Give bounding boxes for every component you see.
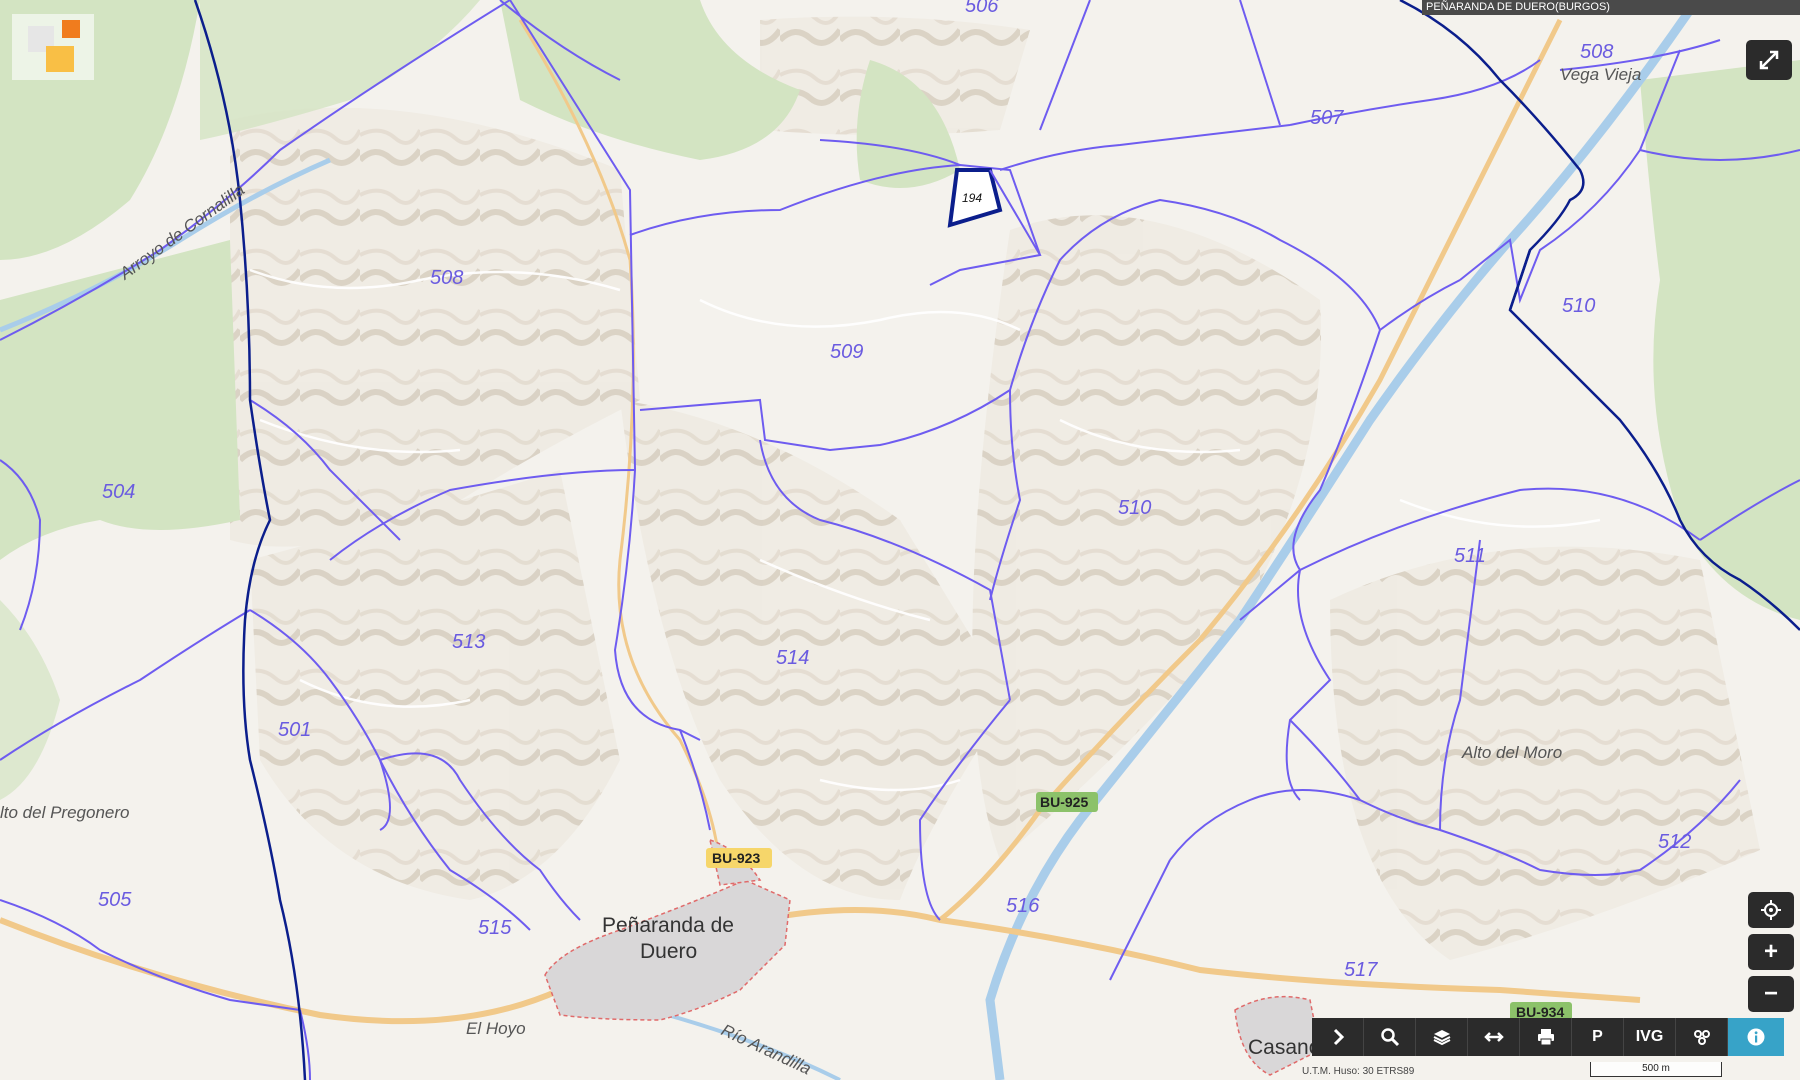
- info-button[interactable]: [1728, 1018, 1784, 1056]
- measure-button[interactable]: [1468, 1018, 1520, 1056]
- polygon-label: 509: [830, 341, 863, 363]
- info-icon: [1747, 1028, 1765, 1046]
- coordinate-system: U.T.M. Huso: 30 ETRS89: [1302, 1066, 1415, 1077]
- zoom-out-button[interactable]: −: [1748, 976, 1794, 1012]
- road-badge: BU-925: [1040, 794, 1088, 810]
- polygon-label: 510: [1118, 497, 1151, 519]
- parking-button[interactable]: P: [1572, 1018, 1624, 1056]
- plus-icon: +: [1763, 938, 1778, 965]
- polygon-label: 510: [1562, 295, 1595, 317]
- crosshair-icon: [1761, 900, 1781, 920]
- polygon-label: 515: [478, 917, 512, 939]
- place-label: lto del Pregonero: [0, 803, 129, 822]
- parcel-label: 194: [962, 191, 982, 205]
- print-icon: [1537, 1029, 1554, 1046]
- app-logo: [12, 14, 94, 80]
- polygon-label: 516: [1006, 895, 1040, 917]
- polygon-label: 517: [1344, 959, 1378, 981]
- map-title: PEÑARANDA DE DUERO(BURGOS): [1422, 0, 1800, 15]
- polygon-label: 506: [965, 0, 999, 17]
- polygon-label: 504: [102, 481, 135, 503]
- expand-icon: [1759, 50, 1779, 70]
- print-button[interactable]: [1520, 1018, 1572, 1056]
- town-label: Duero: [640, 940, 697, 963]
- chevron-right-icon: [1333, 1028, 1344, 1046]
- place-label: Alto del Moro: [1461, 743, 1562, 762]
- polygon-label: 508: [430, 267, 463, 289]
- polygon-label: 501: [278, 719, 311, 741]
- polygon-label: 513: [452, 631, 485, 653]
- measure-icon: [1483, 1032, 1504, 1042]
- parking-icon: P: [1592, 1028, 1603, 1045]
- place-label: El Hoyo: [466, 1019, 526, 1038]
- map-canvas[interactable]: 508 507 508 509 504 510 510 511 513 514 …: [0, 0, 1800, 1080]
- place-label: Vega Vieja: [1560, 65, 1641, 84]
- expand-toolbar-button[interactable]: [1312, 1018, 1364, 1056]
- zoom-in-button[interactable]: +: [1748, 934, 1794, 970]
- polygon-label: 511: [1454, 545, 1486, 567]
- ivg-button[interactable]: IVG: [1624, 1018, 1676, 1056]
- layers-icon: [1433, 1030, 1450, 1046]
- road-badge: BU-923: [712, 850, 760, 866]
- search-button[interactable]: [1364, 1018, 1416, 1056]
- polygon-label: 508: [1580, 41, 1613, 63]
- polygon-label: 505: [98, 889, 132, 911]
- polygon-label: 507: [1310, 107, 1344, 129]
- layers-button[interactable]: [1416, 1018, 1468, 1056]
- satellite-button[interactable]: [1676, 1018, 1728, 1056]
- town-label: Peñaranda de: [602, 914, 734, 937]
- polygon-label: 512: [1658, 831, 1691, 853]
- bottom-toolbar: P IVG: [1312, 1018, 1784, 1056]
- search-icon: [1380, 1028, 1399, 1047]
- locate-button[interactable]: [1748, 892, 1794, 928]
- ivg-icon: IVG: [1635, 1028, 1664, 1045]
- satellite-icon: [1693, 1030, 1710, 1045]
- scale-bar: 500 m: [1590, 1062, 1722, 1077]
- minus-icon: −: [1763, 980, 1778, 1007]
- fullscreen-button[interactable]: [1746, 40, 1792, 80]
- polygon-label: 514: [776, 647, 809, 669]
